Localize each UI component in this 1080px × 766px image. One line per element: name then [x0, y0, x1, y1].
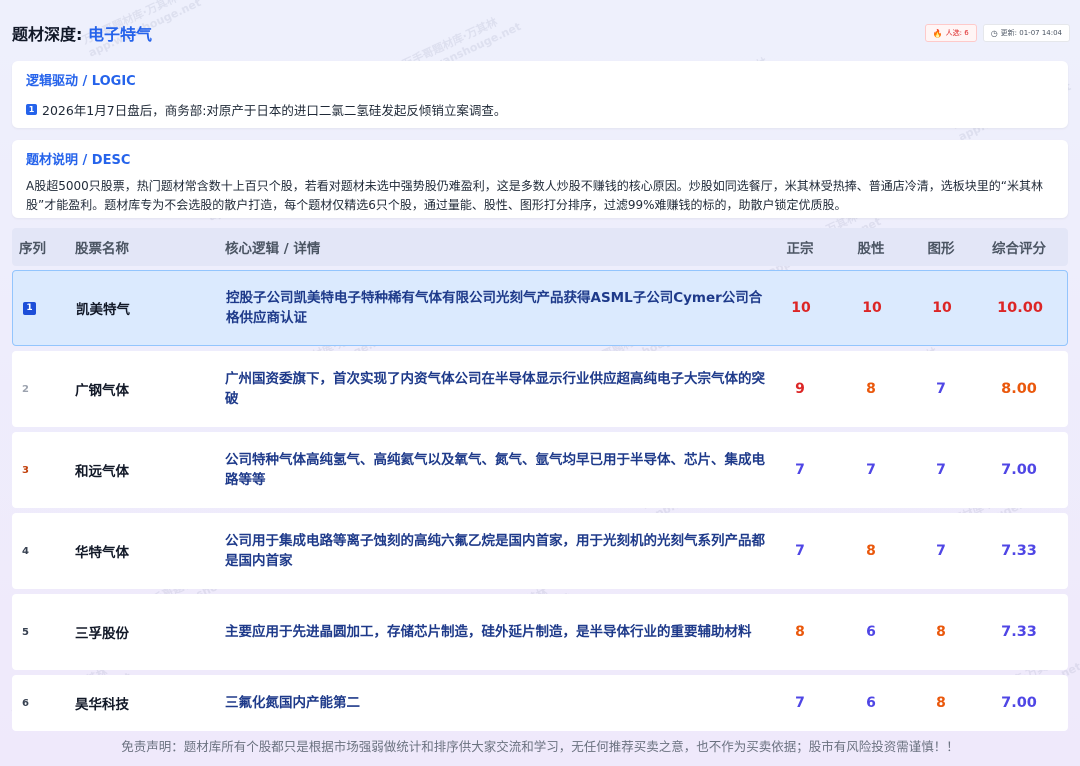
table-row[interactable]: 4 华特气体 公司用于集成电路等离子蚀刻的高纯六氟乙烷是国内首家，用于光刻机的光…	[12, 513, 1068, 589]
zhengzong-value: 10	[791, 300, 811, 316]
header-name: 股票名称	[75, 241, 129, 257]
desc-card: 题材说明 / DESC A股超5000只股票，热门题材常含数十上百只个股，若看对…	[12, 140, 1068, 218]
stock-logic: 主要应用于先进晶圆加工，存储芯片制造，硅外延片制造，是半导体行业的重要辅助材料	[225, 624, 752, 640]
stock-logic: 控股子公司凯美特电子特种稀有气体有限公司光刻气产品获得ASML子公司Cymer公…	[226, 290, 763, 326]
logic-card: 逻辑驱动 / LOGIC 1 2026年1月7日盘后，商务部:对原产于日本的进口…	[12, 61, 1068, 128]
table-row[interactable]: 5 三孚股份 主要应用于先进晶圆加工，存储芯片制造，硅外延片制造，是半导体行业的…	[12, 594, 1068, 670]
header-score: 综合评分	[992, 241, 1046, 257]
page-title: 题材深度: 电子特气	[12, 25, 152, 44]
guxing-value: 6	[866, 624, 876, 640]
logic-title: 逻辑驱动 / LOGIC	[26, 74, 136, 89]
table-row[interactable]: 6 昊华科技 三氟化氮国内产能第二 7 6 8 7.00	[12, 675, 1068, 731]
clock-icon: ◷	[990, 28, 998, 38]
rank-number: 4	[22, 545, 29, 557]
score-value: 7.33	[1001, 543, 1037, 559]
stock-logic: 三氟化氮国内产能第二	[225, 695, 360, 711]
stock-name: 广钢气体	[75, 383, 129, 399]
logic-item-number: 1	[26, 104, 37, 115]
header-guxing: 股性	[857, 241, 885, 257]
header-tuxing: 图形	[927, 241, 955, 257]
zhengzong-value: 9	[795, 381, 805, 397]
table-row[interactable]: 1 凯美特气 控股子公司凯美特电子特种稀有气体有限公司光刻气产品获得ASML子公…	[12, 270, 1068, 346]
rank-number: 2	[22, 383, 29, 395]
guxing-value: 7	[866, 462, 876, 478]
header-idx: 序列	[19, 241, 46, 257]
desc-title: 题材说明 / DESC	[26, 153, 131, 168]
header-zhengzong: 正宗	[786, 241, 814, 257]
stock-name: 三孚股份	[75, 626, 129, 642]
score-value: 7.00	[1001, 462, 1037, 478]
tuxing-value: 7	[936, 543, 946, 559]
stock-name: 昊华科技	[75, 697, 129, 713]
score-value: 10.00	[997, 300, 1043, 316]
guxing-value: 10	[862, 300, 882, 316]
zhengzong-value: 8	[795, 624, 805, 640]
zhengzong-value: 7	[795, 462, 805, 478]
desc-text: A股超5000只股票，热门题材常含数十上百只个股，若看对题材未选中强势股仍难盈利…	[26, 179, 1043, 212]
selection-count-badge: 🔥 人选: 6	[924, 24, 977, 42]
rank-number: 3	[22, 464, 29, 476]
page-header: 题材深度: 电子特气 🔥 人选: 6 ◷ 更新: 01-07 14:04	[12, 20, 1070, 46]
disclaimer: 免责声明：题材库所有个股都只是根据市场强弱做统计和排序供大家交流和学习，无任何推…	[121, 739, 959, 754]
tuxing-value: 7	[936, 381, 946, 397]
tuxing-value: 7	[936, 462, 946, 478]
score-value: 7.33	[1001, 624, 1037, 640]
topic-name: 电子特气	[87, 25, 152, 44]
stock-logic: 广州国资委旗下，首次实现了内资气体公司在半导体显示行业供应超高纯电子大宗气体的突…	[225, 371, 765, 407]
rank-number: 5	[22, 626, 29, 638]
logic-item-text: 2026年1月7日盘后，商务部:对原产于日本的进口二氯二氢硅发起反倾销立案调查。	[42, 103, 507, 118]
rank-number: 1	[23, 301, 36, 315]
tuxing-value: 8	[936, 695, 946, 711]
stock-name: 和远气体	[75, 464, 129, 480]
guxing-value: 8	[866, 381, 876, 397]
stock-logic: 公司特种气体高纯氢气、高纯氦气以及氧气、氮气、氩气均早已用于半导体、芯片、集成电…	[225, 452, 765, 488]
stock-logic: 公司用于集成电路等离子蚀刻的高纯六氟乙烷是国内首家，用于光刻机的光刻气系列产品都…	[225, 533, 765, 569]
header-logic: 核心逻辑 / 详情	[225, 241, 321, 257]
stock-name: 华特气体	[75, 545, 129, 561]
stock-name: 凯美特气	[76, 302, 130, 318]
rank-number: 6	[22, 697, 29, 709]
table-row[interactable]: 2 广钢气体 广州国资委旗下，首次实现了内资气体公司在半导体显示行业供应超高纯电…	[12, 351, 1068, 427]
table-row[interactable]: 3 和远气体 公司特种气体高纯氢气、高纯氦气以及氧气、氮气、氩气均早已用于半导体…	[12, 432, 1068, 508]
tuxing-value: 8	[936, 624, 946, 640]
tuxing-value: 10	[932, 300, 952, 316]
zhengzong-value: 7	[795, 543, 805, 559]
zhengzong-value: 7	[795, 695, 805, 711]
score-value: 8.00	[1001, 381, 1037, 397]
flame-icon: 🔥	[932, 28, 943, 38]
guxing-value: 8	[866, 543, 876, 559]
update-time-badge: ◷ 更新: 01-07 14:04	[982, 24, 1070, 42]
table-header: 序列 股票名称 核心逻辑 / 详情 正宗 股性 图形 综合评分	[12, 228, 1068, 266]
logic-item: 1 2026年1月7日盘后，商务部:对原产于日本的进口二氯二氢硅发起反倾销立案调…	[26, 100, 1054, 119]
guxing-value: 6	[866, 695, 876, 711]
header-badges: 🔥 人选: 6 ◷ 更新: 01-07 14:04	[924, 24, 1070, 42]
score-value: 7.00	[1001, 695, 1037, 711]
